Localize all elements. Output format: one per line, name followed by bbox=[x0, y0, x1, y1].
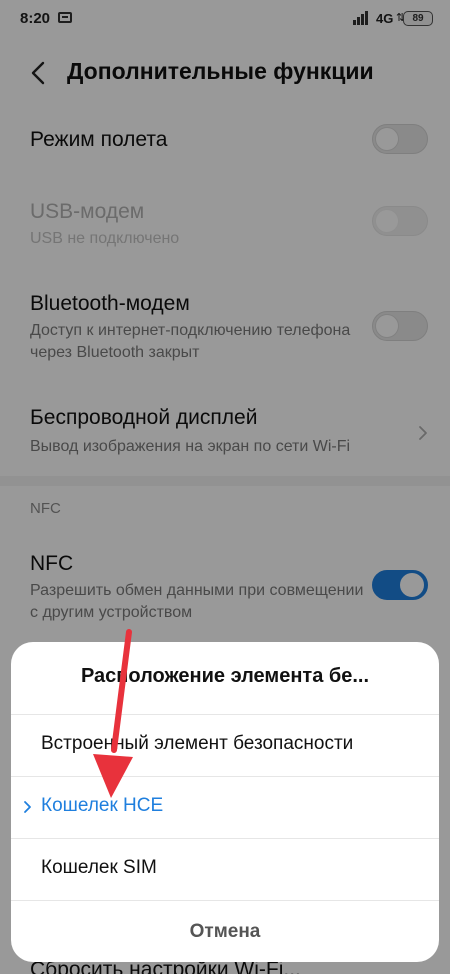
divider bbox=[11, 838, 439, 839]
option-embedded-secure-element[interactable]: Встроенный элемент безопасности bbox=[11, 716, 439, 776]
option-label: Встроенный элемент безопасности bbox=[41, 733, 354, 754]
selected-check-icon bbox=[23, 800, 33, 814]
divider bbox=[11, 900, 439, 901]
option-sim-wallet[interactable]: Кошелек SIM bbox=[11, 840, 439, 900]
settings-screen: 8:20 4G ⇅ 89 Дополнительные функции Режи… bbox=[0, 0, 450, 974]
secure-element-dialog: Расположение элемента бе... Встроенный э… bbox=[11, 642, 439, 962]
cancel-button[interactable]: Отмена bbox=[11, 902, 439, 962]
option-hce-wallet[interactable]: Кошелек HCE bbox=[11, 778, 439, 838]
divider bbox=[11, 776, 439, 777]
option-label: Кошелек SIM bbox=[41, 857, 157, 878]
option-label: Кошелек HCE bbox=[41, 795, 164, 816]
divider bbox=[11, 714, 439, 715]
dialog-title: Расположение элемента бе... bbox=[80, 665, 370, 687]
